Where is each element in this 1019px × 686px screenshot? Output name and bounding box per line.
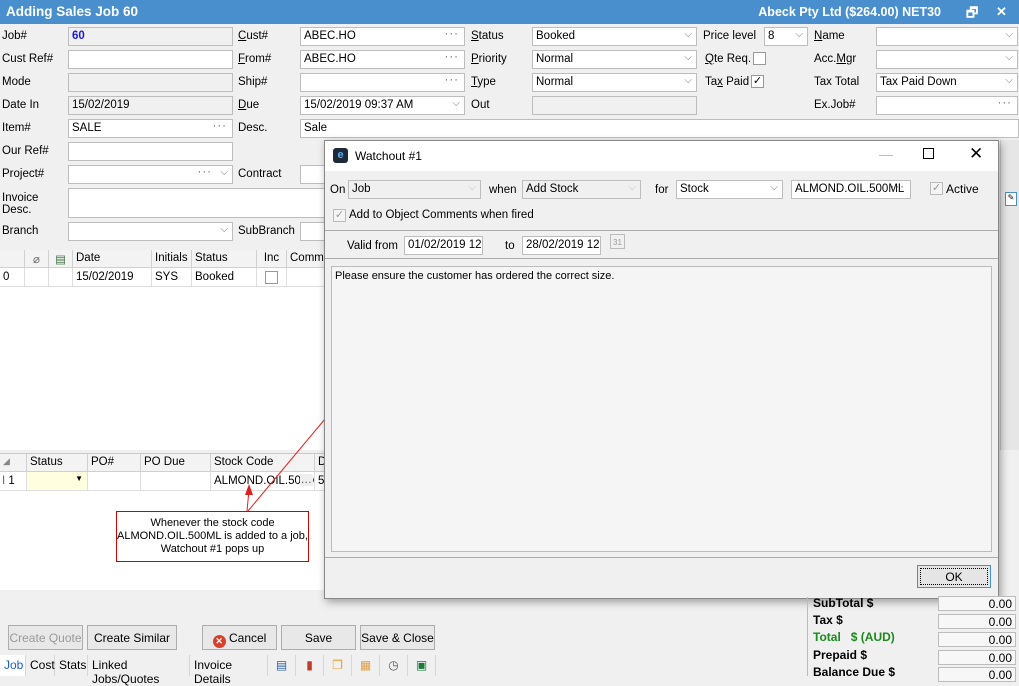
chevron-down-icon: ⌵ — [468, 182, 476, 193]
totals-divider — [807, 597, 808, 676]
for-label: for — [655, 184, 669, 196]
tax-label: Tax $ — [813, 613, 843, 627]
add-comments-checkbox[interactable]: ✓ — [333, 209, 346, 222]
divider — [325, 557, 998, 558]
total-label: Total $ (AUD) — [813, 630, 895, 644]
app-logo-icon: e — [333, 148, 348, 163]
save-close-button[interactable]: Save & Close — [360, 625, 435, 650]
annotation-callout: Whenever the stock code ALMOND.OIL.500ML… — [116, 511, 309, 562]
chevron-down-icon: ⌵ — [770, 182, 778, 193]
clipboard-red-icon[interactable]: ▮ — [296, 655, 324, 676]
code-input[interactable]: ALMOND.OIL.500ML ··· — [791, 180, 911, 199]
ellipsis-icon: ··· — [890, 181, 905, 193]
for-select[interactable]: Stock ⌵ — [676, 180, 783, 199]
tab-invoice-details[interactable]: Invoice Details — [190, 655, 268, 686]
prepaid-value: 0.00 — [938, 650, 1016, 665]
dialog-title: Watchout #1 — [355, 149, 422, 163]
balance-due-label: Balance Due $ — [813, 665, 896, 679]
divider — [325, 258, 998, 259]
ok-button[interactable]: OK — [917, 565, 991, 588]
tab-linked-jobs[interactable]: Linked Jobs/Quotes — [88, 655, 190, 686]
when-label: when — [489, 184, 517, 196]
cancel-icon: ✕ — [212, 635, 226, 648]
create-similar-button[interactable]: Create Similar — [87, 625, 177, 650]
watchout-dialog: e Watchout #1 — ✕ On Job ⌵ when Add Stock… — [324, 140, 999, 599]
save-button[interactable]: Save — [281, 625, 356, 650]
schedule-icon[interactable]: ◷ — [380, 655, 408, 676]
add-comments-label: Add to Object Comments when fired — [349, 209, 534, 221]
cancel-button[interactable]: ✕ Cancel — [202, 625, 277, 650]
minimize-icon[interactable]: — — [879, 146, 893, 162]
close-icon[interactable]: ✕ — [969, 144, 983, 164]
valid-from-input[interactable]: 01/02/2019 12: — [404, 236, 483, 255]
tax-value: 0.00 — [938, 614, 1016, 629]
form-icon[interactable]: ▤ — [268, 655, 296, 676]
divider — [325, 230, 998, 231]
create-quote-button[interactable]: Create Quote — [8, 625, 83, 650]
prepaid-label: Prepaid $ — [813, 648, 868, 662]
arrowhead-stock-code — [245, 484, 253, 495]
to-label: to — [505, 240, 515, 252]
active-checkbox[interactable]: ✓ — [930, 182, 943, 195]
tab-job[interactable]: Job — [0, 655, 26, 676]
on-select[interactable]: Job ⌵ — [348, 180, 481, 199]
dialog-titlebar: e Watchout #1 — ✕ — [325, 141, 998, 171]
calendar-icon[interactable]: 31 — [610, 234, 625, 249]
tab-cost[interactable]: Cost — [26, 655, 55, 676]
copy-icon[interactable]: ❐ — [324, 655, 352, 676]
subtotal-label: SubTotal $ — [813, 596, 874, 610]
subtotal-value: 0.00 — [938, 596, 1016, 611]
gift-money-icon[interactable]: ▣ — [408, 655, 436, 676]
active-label: Active — [946, 182, 979, 196]
tab-stats[interactable]: Stats — [55, 655, 88, 676]
on-label: On — [330, 184, 346, 196]
balance-due-value: 0.00 — [938, 667, 1016, 682]
valid-to-input[interactable]: 28/02/2019 12: — [522, 236, 601, 255]
notes-icon[interactable]: ▦ — [352, 655, 380, 676]
maximize-icon[interactable] — [923, 148, 934, 159]
total-value: 0.00 — [938, 632, 1016, 647]
when-select[interactable]: Add Stock ⌵ — [522, 180, 641, 199]
valid-from-label: Valid from — [347, 240, 398, 252]
message-textarea[interactable]: Please ensure the customer has ordered t… — [331, 266, 992, 552]
chevron-down-icon: ⌵ — [628, 182, 636, 193]
